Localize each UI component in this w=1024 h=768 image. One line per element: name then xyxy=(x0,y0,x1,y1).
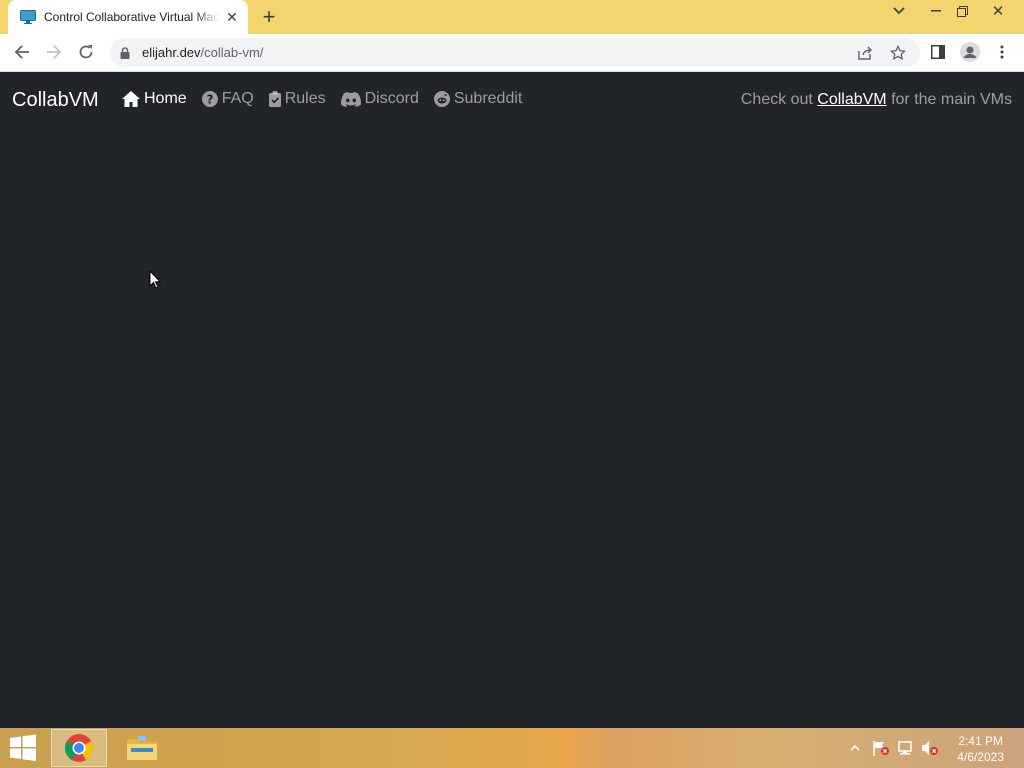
url-text[interactable]: elijahr.dev/collab-vm/ xyxy=(142,45,263,60)
tab-close-icon[interactable]: ✕ xyxy=(224,9,240,25)
clock-time: 2:41 PM xyxy=(958,734,1003,748)
tab-title: Control Collaborative Virtual Machines xyxy=(44,10,220,24)
restore-button[interactable] xyxy=(948,0,976,22)
clock-date: 4/6/2023 xyxy=(957,750,1004,764)
close-window-button[interactable]: ✕ xyxy=(984,0,1012,22)
taskbar-clock[interactable]: 2:41 PM 4/6/2023 xyxy=(957,733,1004,765)
new-tab-button[interactable]: + xyxy=(258,6,280,28)
site-navbar: CollabVM Home ? FAQ Rules Discord Subred… xyxy=(0,72,1024,128)
discord-icon xyxy=(340,91,361,107)
browser-tab-strip: Control Collaborative Virtual Machines ✕… xyxy=(0,0,1024,34)
forward-button[interactable] xyxy=(42,40,66,64)
network-icon[interactable] xyxy=(897,728,915,768)
address-bar[interactable]: elijahr.dev/collab-vm/ xyxy=(110,38,920,67)
nav-subreddit[interactable]: Subreddit xyxy=(433,90,523,108)
reddit-icon xyxy=(433,91,450,107)
action-center-flag-icon[interactable] xyxy=(872,728,890,768)
taskbar-chrome-icon[interactable] xyxy=(51,729,107,767)
mouse-cursor-icon xyxy=(149,269,162,294)
taskbar-file-explorer-icon[interactable] xyxy=(114,729,170,767)
minimize-button[interactable] xyxy=(922,0,950,22)
nav-subreddit-label: Subreddit xyxy=(453,90,523,107)
volume-muted-icon[interactable] xyxy=(921,728,939,768)
nav-faq[interactable]: ? FAQ xyxy=(201,90,254,108)
nav-discord-label: Discord xyxy=(364,90,419,107)
nav-faq-label: FAQ xyxy=(221,90,254,107)
side-panel-icon[interactable] xyxy=(926,40,950,64)
back-button[interactable] xyxy=(10,40,34,64)
bookmark-star-icon[interactable] xyxy=(888,43,908,63)
reload-button[interactable] xyxy=(74,40,98,64)
nav-links: Home ? FAQ Rules Discord Subreddit xyxy=(122,90,537,108)
monitor-favicon-icon xyxy=(20,9,36,25)
windows-start-icon[interactable] xyxy=(8,734,38,762)
nav-home-label: Home xyxy=(144,90,187,107)
collabvm-link[interactable]: CollabVM xyxy=(817,91,886,108)
nav-discord[interactable]: Discord xyxy=(340,90,419,108)
nav-home[interactable]: Home xyxy=(122,90,187,108)
browser-tab[interactable]: Control Collaborative Virtual Machines ✕ xyxy=(8,0,248,34)
tab-search-chevron-icon[interactable] xyxy=(885,0,913,22)
notice-suffix: for the main VMs xyxy=(886,91,1012,108)
site-brand[interactable]: CollabVM xyxy=(12,89,99,112)
browser-toolbar: elijahr.dev/collab-vm/ xyxy=(0,34,1024,72)
nav-rules[interactable]: Rules xyxy=(268,90,326,108)
profile-avatar-icon[interactable] xyxy=(958,40,982,64)
home-icon xyxy=(122,91,140,107)
more-menu-icon[interactable] xyxy=(990,40,1014,64)
nav-rules-label: Rules xyxy=(284,90,326,107)
question-circle-icon: ? xyxy=(201,91,218,107)
windows-taskbar: 2:41 PM 4/6/2023 xyxy=(0,728,1024,768)
main-vms-notice: Check out CollabVM for the main VMs xyxy=(741,91,1012,109)
clipboard-check-icon xyxy=(268,91,281,107)
svg-text:?: ? xyxy=(206,93,213,107)
share-icon[interactable] xyxy=(855,43,875,63)
show-hidden-icons-icon[interactable] xyxy=(850,728,860,768)
notice-prefix: Check out xyxy=(740,91,818,108)
lock-icon[interactable] xyxy=(120,46,130,64)
